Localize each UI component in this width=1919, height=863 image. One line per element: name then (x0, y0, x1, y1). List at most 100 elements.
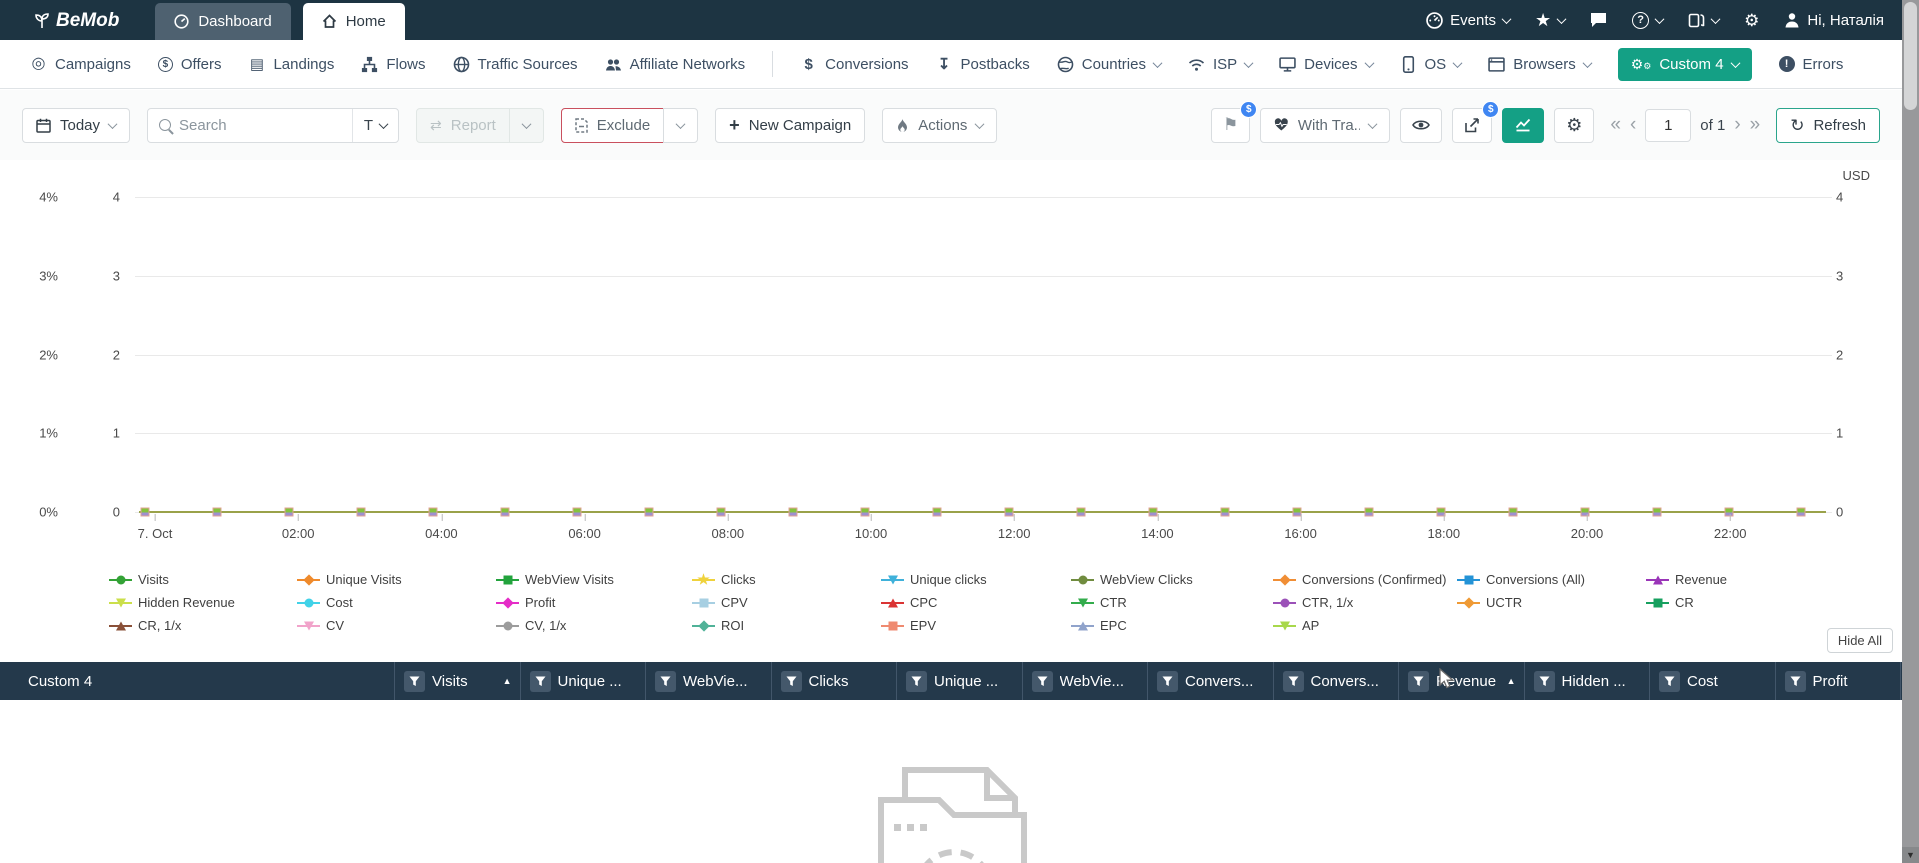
exclude-button[interactable]: Exclude (560, 107, 665, 143)
table-column-header[interactable]: Convers... (1148, 662, 1274, 700)
filter-icon[interactable] (655, 670, 676, 692)
last-page-icon[interactable]: » (1750, 114, 1761, 136)
nav-item-offers[interactable]: $ Offers (157, 56, 221, 73)
legend-item[interactable]: Clicks (691, 571, 880, 588)
legend-item[interactable]: AP (1272, 617, 1456, 634)
filter-icon[interactable] (1282, 670, 1304, 692)
table-column-header[interactable]: Revenue ▲ (1399, 662, 1525, 700)
legend-marker-icon (1272, 573, 1297, 586)
nav-item-isp[interactable]: ISP (1188, 56, 1254, 73)
nav-item-devices[interactable]: Devices (1279, 56, 1374, 73)
table-column-header[interactable]: Hidden ... (1525, 662, 1650, 700)
scrollbar-thumb[interactable] (1904, 2, 1917, 110)
legend-item[interactable]: WebView Visits (495, 571, 691, 588)
next-page-icon[interactable]: › (1734, 114, 1740, 136)
filter-icon[interactable] (1784, 670, 1806, 692)
filter-icon[interactable] (1157, 670, 1178, 692)
filter-icon[interactable] (404, 670, 425, 692)
table-column-header[interactable]: Visits ▲ (395, 662, 521, 700)
tab-dashboard[interactable]: Dashboard (155, 3, 291, 40)
table-column-header[interactable]: WebVie... (646, 662, 772, 700)
actions-button[interactable]: Actions (882, 107, 998, 143)
favorites-menu[interactable]: ★ (1535, 10, 1567, 31)
nav-item-custom-4[interactable]: ⚙⚙ Custom 4 (1617, 47, 1752, 81)
nav-item-traffic-sources[interactable]: Traffic Sources (453, 56, 578, 73)
account-menu[interactable]: Hi, Наталія (1784, 12, 1884, 29)
legend-item[interactable]: Unique clicks (880, 571, 1070, 588)
nav-item-os[interactable]: OS (1400, 56, 1463, 73)
refresh-button[interactable]: ↻ Refresh (1776, 107, 1880, 143)
search-input[interactable] (171, 116, 352, 134)
table-column-header[interactable]: Clicks (772, 662, 897, 700)
chart-toggle-button[interactable] (1502, 107, 1545, 143)
page-scrollbar[interactable]: ▼ (1902, 0, 1919, 863)
nav-item-postbacks[interactable]: ↧ Postbacks (936, 56, 1030, 73)
table-column-header[interactable]: Cost (1650, 662, 1776, 700)
page-number-input[interactable] (1645, 108, 1692, 142)
filter-icon[interactable] (780, 670, 802, 692)
date-range-button[interactable]: Today (22, 107, 131, 143)
legend-item[interactable]: CR, 1/x (108, 617, 296, 634)
legend-item[interactable]: Unique Visits (296, 571, 495, 588)
table-column-header[interactable]: WebVie... (1023, 662, 1148, 700)
nav-item-errors[interactable]: ! Errors (1778, 56, 1843, 73)
legend-item[interactable]: CPC (880, 594, 1070, 611)
legend-item[interactable]: CTR (1070, 594, 1272, 611)
prev-page-icon[interactable]: ‹ (1630, 114, 1636, 136)
legend-item[interactable]: Conversions (All) (1456, 571, 1645, 588)
nav-item-landings[interactable]: ▤ Landings (248, 56, 334, 73)
table-column-header[interactable]: Convers... (1274, 662, 1399, 700)
hide-all-button[interactable]: Hide All (1826, 628, 1893, 653)
nav-item-countries[interactable]: Countries (1057, 56, 1163, 73)
legend-item[interactable]: ROI (691, 617, 880, 634)
filter-icon[interactable] (1408, 670, 1429, 692)
column-settings-button[interactable]: ⚙ (1554, 107, 1595, 143)
legend-item[interactable]: CV, 1/x (495, 617, 691, 634)
exclude-dropdown-button[interactable] (663, 107, 699, 143)
table-column-header[interactable]: Unique ... (897, 662, 1023, 700)
legend-item[interactable]: CR (1645, 594, 1902, 611)
table-column-header[interactable]: Profit (1776, 662, 1901, 700)
nav-item-flows[interactable]: Flows (361, 56, 426, 73)
docs-menu[interactable] (1688, 12, 1721, 29)
legend-item[interactable]: WebView Clicks (1070, 571, 1272, 588)
scrollbar-down-arrow[interactable]: ▼ (1902, 847, 1919, 863)
legend-item[interactable]: Revenue (1645, 571, 1902, 588)
report-button[interactable]: ⇄ Report (416, 107, 510, 143)
report-dropdown-button[interactable] (508, 107, 544, 143)
table-column-header[interactable]: Unique ... (521, 662, 646, 700)
legend-item[interactable]: Profit (495, 594, 691, 611)
legend-item[interactable]: Conversions (Confirmed) (1272, 571, 1456, 588)
nav-item-browsers[interactable]: Browsers (1488, 56, 1593, 73)
help-menu[interactable]: ? (1632, 11, 1665, 29)
filter-icon[interactable] (906, 670, 927, 692)
filter-icon[interactable] (1659, 670, 1680, 692)
traffic-filter-dropdown[interactable]: With Tra... (1260, 107, 1391, 143)
new-campaign-button[interactable]: + New Campaign (715, 107, 866, 143)
legend-item[interactable]: CPV (691, 594, 880, 611)
nav-item-campaigns[interactable]: ◎ Campaigns (30, 56, 131, 73)
legend-item[interactable]: Hidden Revenue (108, 594, 296, 611)
feedback-button[interactable] (1590, 12, 1607, 28)
legend-item[interactable]: CTR, 1/x (1272, 594, 1456, 611)
nav-item-affiliate-networks[interactable]: Affiliate Networks (605, 56, 745, 73)
first-page-icon[interactable]: « (1610, 114, 1621, 136)
legend-item[interactable]: EPV (880, 617, 1070, 634)
bemob-logo[interactable]: BeMob (34, 10, 119, 32)
legend-item[interactable]: Cost (296, 594, 495, 611)
settings-button[interactable]: ⚙ (1744, 12, 1759, 29)
legend-item[interactable]: Visits (108, 571, 296, 588)
filter-icon[interactable] (529, 670, 551, 692)
group-column-header[interactable]: Custom 4 (0, 662, 395, 700)
legend-marker-icon (296, 619, 321, 632)
legend-item[interactable]: EPC (1070, 617, 1272, 634)
filter-icon[interactable] (1533, 670, 1555, 692)
events-menu[interactable]: Events (1426, 12, 1512, 29)
tab-home[interactable]: Home (302, 3, 405, 40)
visibility-button[interactable] (1400, 107, 1443, 143)
legend-item[interactable]: CV (296, 617, 495, 634)
search-type-dropdown[interactable]: T (351, 108, 398, 142)
nav-item-conversions[interactable]: $ Conversions (800, 56, 909, 73)
filter-icon[interactable] (1031, 670, 1053, 692)
legend-item[interactable]: UCTR (1456, 594, 1645, 611)
